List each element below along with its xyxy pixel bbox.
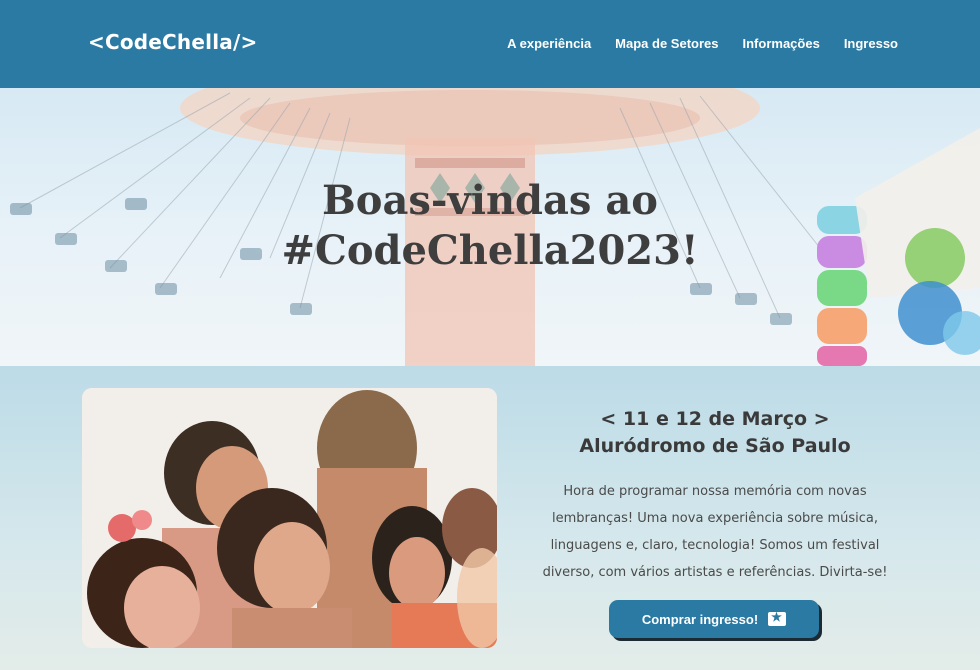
buy-ticket-label: Comprar ingresso! bbox=[641, 611, 759, 627]
event-venue: Aluródromo de São Paulo bbox=[579, 435, 851, 457]
event-description-line: lembranças! Uma nova experiência sobre m… bbox=[551, 511, 879, 526]
event-description-line: linguagens e, claro, tecnologia! Somos u… bbox=[550, 538, 880, 553]
nav-link-mapa-de-setores[interactable]: Mapa de Setores bbox=[615, 36, 718, 51]
nav-link-ingresso[interactable]: Ingresso bbox=[844, 36, 898, 51]
site-header: <CodeChella/> A experiência Mapa de Seto… bbox=[0, 0, 980, 88]
festival-crowd-illustration bbox=[82, 388, 497, 648]
event-description-line: Hora de programar nossa memória com nova… bbox=[563, 484, 867, 499]
logo[interactable]: <CodeChella/> bbox=[88, 30, 257, 54]
event-description-line: diverso, com vários artistas e referênci… bbox=[542, 565, 888, 580]
event-date: < 11 e 12 de Março > bbox=[600, 408, 830, 430]
hero-title: Boas-vindas ao #CodeChella2023! bbox=[0, 176, 980, 276]
nav-link-informacoes[interactable]: Informações bbox=[743, 36, 820, 51]
hero-title-line1: Boas-vindas ao bbox=[322, 177, 658, 224]
hero-title-line2: #CodeChella2023! bbox=[281, 227, 699, 274]
ticket-star-icon bbox=[768, 610, 787, 626]
hero-banner: Boas-vindas ao #CodeChella2023! bbox=[0, 88, 980, 366]
main-nav: A experiência Mapa de Setores Informaçõe… bbox=[507, 36, 898, 51]
page: <CodeChella/> A experiência Mapa de Seto… bbox=[0, 0, 980, 670]
event-info: < 11 e 12 de Março > Aluródromo de São P… bbox=[540, 406, 890, 586]
festival-crowd-photo bbox=[82, 388, 497, 648]
event-section: < 11 e 12 de Março > Aluródromo de São P… bbox=[0, 366, 980, 670]
event-description: Hora de programar nossa memória com nova… bbox=[540, 478, 890, 586]
buy-ticket-button[interactable]: Comprar ingresso! bbox=[609, 600, 819, 638]
nav-link-experiencia[interactable]: A experiência bbox=[507, 36, 591, 51]
